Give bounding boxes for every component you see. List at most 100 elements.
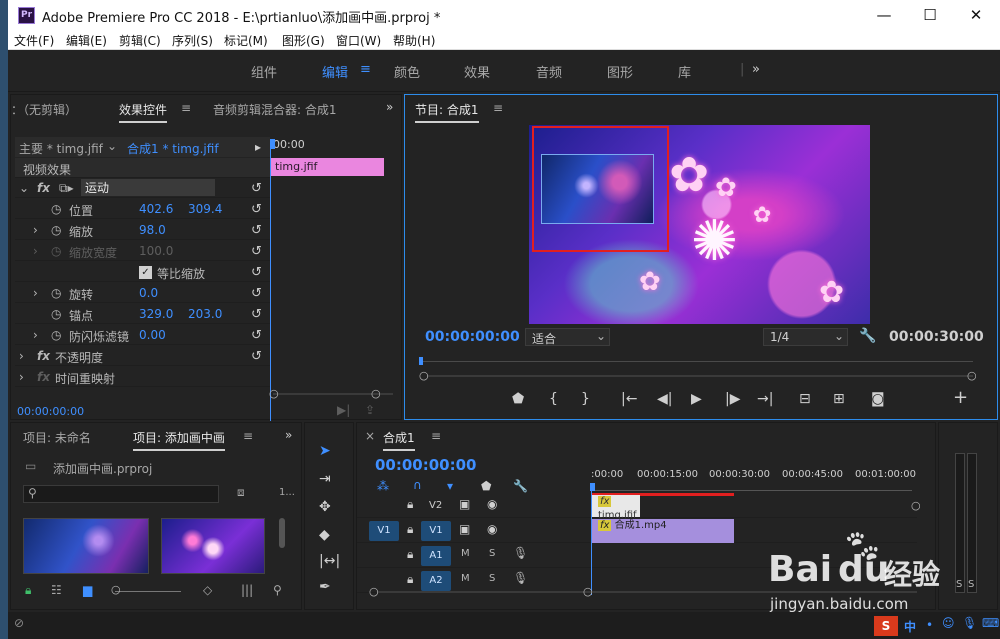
find-icon[interactable]: ⚲ <box>273 583 282 597</box>
tab-audio-mixer[interactable]: 音频剪辑混合器: 合成1 <box>213 101 337 118</box>
reset-icon[interactable]: ↺ <box>251 328 262 343</box>
go-to-in-icon[interactable]: |← <box>621 391 637 407</box>
add-marker-icon[interactable]: ⬟ <box>512 391 524 407</box>
anchor-y-value[interactable]: 203.0 <box>188 307 222 321</box>
microphone-icon[interactable]: 🎙︎ <box>513 571 528 585</box>
anchor-x-value[interactable]: 329.0 <box>139 307 173 321</box>
timeline-clip-video[interactable]: fx 合成1.mp4 <box>592 519 734 543</box>
slider-handle-icon[interactable]: ○ <box>111 583 121 596</box>
menu-graphics[interactable]: 图形(G) <box>282 32 325 49</box>
add-marker-icon[interactable]: ▾ <box>447 479 453 493</box>
workspace-menu-icon[interactable]: ≡ <box>360 62 371 77</box>
project-search-input[interactable]: ⚲ <box>23 485 219 503</box>
export-frame-icon[interactable]: ◙ <box>871 391 885 407</box>
effect-motion-row[interactable]: ⌄ fx ⧉▸ 运动 ↺ <box>15 178 270 198</box>
fx-badge-icon[interactable]: fx <box>37 181 50 195</box>
tab-source[interactable]: ：（无剪辑） <box>11 101 77 118</box>
mark-out-icon[interactable]: } <box>581 391 590 407</box>
sync-lock-icon[interactable]: ▣ <box>459 497 470 511</box>
scale-value[interactable]: 98.0 <box>139 223 166 237</box>
master-clip-label[interactable]: 主要 * timg.jfif <box>19 140 103 157</box>
program-timecode[interactable]: 00:00:00:00 <box>425 329 520 345</box>
lock-icon[interactable]: 🔒︎ <box>25 583 31 598</box>
zoom-handle-icon[interactable]: ○ <box>419 369 429 382</box>
reset-icon[interactable]: ↺ <box>251 286 262 301</box>
reset-icon[interactable]: ↺ <box>251 202 262 217</box>
play-icon[interactable]: ▶ <box>691 391 702 407</box>
ec-clip-bar[interactable]: timg.jfif <box>271 158 384 176</box>
program-video-frame[interactable]: ✿ ✿ ✿ ✿ ✿ ✺ <box>529 125 870 324</box>
icon-view-icon[interactable]: ▆ <box>83 583 92 597</box>
ec-zoom-handle-icon[interactable]: ○ <box>371 387 381 400</box>
lock-icon[interactable]: 🔒︎ <box>407 497 413 512</box>
sync-lock-icon[interactable]: ▣ <box>459 522 470 536</box>
panel-menu-icon[interactable]: ≡ <box>181 101 191 115</box>
ime-mode-label[interactable]: 中 <box>904 618 916 635</box>
rotation-value[interactable]: 0.0 <box>139 286 158 300</box>
fx-badge-icon[interactable]: fx <box>37 349 50 363</box>
expand-chevron-icon[interactable]: › <box>19 370 24 384</box>
selection-tool-icon[interactable]: ➤ <box>319 443 331 459</box>
play-only-icon[interactable]: ▸ <box>255 140 261 154</box>
workspace-assembly[interactable]: 组件 <box>251 62 277 81</box>
menu-sequence[interactable]: 序列(S) <box>172 32 213 49</box>
stopwatch-icon[interactable]: ◷ <box>51 286 61 300</box>
chevron-down-icon[interactable]: ⌄ <box>107 139 117 153</box>
zoom-handle-icon[interactable]: ○ <box>583 585 593 598</box>
punctuation-icon[interactable]: • <box>926 618 933 632</box>
timeline-timecode[interactable]: 00:00:00:00 <box>375 456 477 474</box>
sogou-ime-icon[interactable]: S <box>874 616 898 636</box>
snap-icon[interactable]: ⁂ <box>377 479 389 493</box>
position-y-value[interactable]: 309.4 <box>188 202 222 216</box>
reset-icon[interactable]: ↺ <box>251 244 262 259</box>
tab-project-active[interactable]: 项目: 添加画中画 <box>133 429 225 451</box>
menu-edit[interactable]: 编辑(E) <box>66 32 107 49</box>
panel-overflow-icon[interactable]: » <box>386 100 393 114</box>
project-thumb-video[interactable] <box>161 518 265 574</box>
microphone-icon[interactable]: 🎙︎ <box>513 546 528 560</box>
expand-chevron-icon[interactable]: › <box>33 223 38 237</box>
eye-icon[interactable]: ◉ <box>487 497 497 511</box>
timeline-ruler[interactable] <box>592 483 912 491</box>
project-thumb-image[interactable] <box>23 518 149 574</box>
marker-icon[interactable]: ⬟ <box>481 479 491 493</box>
thumbnail-zoom-slider[interactable] <box>115 591 181 592</box>
linked-selection-icon[interactable]: ∩ <box>413 478 422 492</box>
ec-playhead[interactable] <box>271 139 275 149</box>
workspace-editing[interactable]: 编辑 <box>322 62 348 81</box>
step-back-icon[interactable]: ◀| <box>657 391 672 407</box>
program-time-ruler[interactable] <box>423 361 973 362</box>
extract-icon[interactable]: ⊞ <box>833 391 845 407</box>
mark-in-icon[interactable]: { <box>549 391 558 407</box>
settings-wrench-icon[interactable]: 🔧 <box>513 479 528 493</box>
automate-sequence-icon[interactable]: ||| <box>241 583 253 597</box>
track-target-v1[interactable]: V1 <box>421 521 451 541</box>
keyboard-icon[interactable]: ⌨ <box>982 616 999 630</box>
menu-window[interactable]: 窗口(W) <box>336 32 381 49</box>
wrench-icon[interactable]: 🔧 <box>859 328 876 344</box>
expand-chevron-icon[interactable]: › <box>33 328 38 342</box>
anti-flicker-value[interactable]: 0.00 <box>139 328 166 342</box>
expand-chevron-icon[interactable]: › <box>33 286 38 300</box>
razor-tool-icon[interactable]: ◆ <box>319 527 330 543</box>
menu-clip[interactable]: 剪辑(C) <box>119 32 161 49</box>
ripple-edit-tool-icon[interactable]: ✥ <box>319 499 331 515</box>
panel-menu-icon[interactable]: ≡ <box>243 429 253 443</box>
slip-tool-icon[interactable]: |↔| <box>319 553 340 569</box>
project-scrollbar[interactable] <box>279 518 285 548</box>
workspace-libraries[interactable]: 库 <box>678 62 691 81</box>
new-bin-icon[interactable]: ⧈ <box>237 485 245 500</box>
workspace-audio[interactable]: 音频 <box>536 62 562 81</box>
workspace-color[interactable]: 颜色 <box>394 62 420 81</box>
panel-overflow-icon[interactable]: » <box>285 428 292 442</box>
lift-icon[interactable]: ⊟ <box>799 391 811 407</box>
menu-file[interactable]: 文件(F) <box>14 32 54 49</box>
sort-icon[interactable]: ◇ <box>203 583 212 597</box>
workspace-effects[interactable]: 效果 <box>464 62 490 81</box>
reset-icon[interactable]: ↺ <box>251 349 262 364</box>
tab-effect-controls[interactable]: 效果控件 <box>119 101 168 123</box>
program-zoom-scrollbar[interactable] <box>427 375 973 377</box>
emoji-icon[interactable]: ☺ <box>942 616 955 630</box>
minimize-button[interactable]: — <box>861 0 907 30</box>
vertical-scroll-handle-icon[interactable]: ○ <box>911 499 921 512</box>
